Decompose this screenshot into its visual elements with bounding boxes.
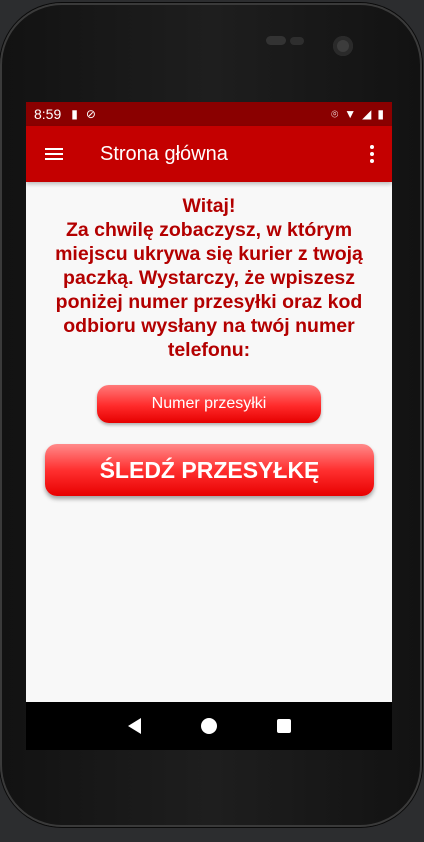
proximity-sensor [290,37,304,45]
no-call-icon: ⊘ [85,107,96,121]
app-bar: Strona główna [26,126,392,182]
navigation-bar [26,702,392,750]
device-screen: 8:59 ▮ ⊘ ⌾ ▼ ◢ ▮ Strona główna Witaj! Za… [26,102,392,702]
menu-icon[interactable] [26,126,82,182]
home-icon[interactable] [200,718,217,734]
sd-card-icon: ▮ [71,107,78,121]
track-parcel-button[interactable]: ŚLEDŹ PRZESYŁKĘ [45,444,374,496]
front-camera [333,36,353,56]
tracking-number-input[interactable] [97,385,321,423]
location-icon: ⌾ [331,106,339,121]
page-title: Strona główna [100,142,228,165]
status-bar: 8:59 ▮ ⊘ ⌾ ▼ ◢ ▮ [26,102,392,126]
emulator-stage: 8:59 ▮ ⊘ ⌾ ▼ ◢ ▮ Strona główna Witaj! Za… [0,0,424,842]
speaker-grille [266,36,286,45]
main-content: Witaj! Za chwilę zobaczysz, w którym mie… [26,182,392,702]
wifi-icon: ▼ [344,107,357,121]
status-icons: ⌾ ▼ ◢ ▮ [331,107,384,122]
back-icon[interactable] [127,718,141,734]
status-time: 8:59 [34,106,62,122]
battery-icon: ▮ [377,107,384,121]
recents-icon[interactable] [276,719,291,733]
overflow-menu-icon[interactable] [352,126,392,182]
greeting-text: Witaj! Za chwilę zobaczysz, w którym mie… [55,195,363,361]
signal-icon: ◢ [362,107,372,121]
